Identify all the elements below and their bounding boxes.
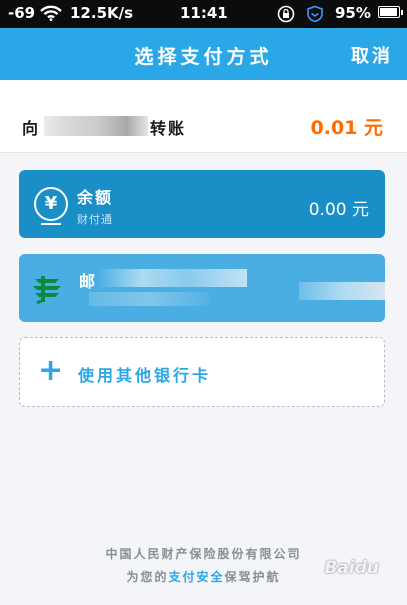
network-speed: 12.5K/s <box>70 4 134 22</box>
transfer-suffix: 转账 <box>150 119 187 138</box>
rotation-lock-icon <box>277 5 295 27</box>
page-title: 选择支付方式 <box>134 46 273 68</box>
clock: 11:41 <box>180 4 228 22</box>
transfer-prefix: 向 <box>22 119 39 138</box>
watermark: Baidu <box>324 558 379 578</box>
battery-icon <box>378 6 403 18</box>
redacted-bank-name <box>97 269 247 287</box>
plus-icon: + <box>38 353 64 388</box>
transfer-amount: 0.01 元 <box>310 117 384 139</box>
bank-card-payment-option[interactable]: 邮 <box>19 254 385 322</box>
balance-amount: 0.00 元 <box>308 200 369 220</box>
cancel-button[interactable]: 取消 <box>351 42 393 68</box>
slogan-after: 保驾护航 <box>224 570 281 584</box>
redacted-card-type <box>89 292 209 306</box>
slogan-before: 为您的 <box>126 570 169 584</box>
add-bank-card-button[interactable]: + 使用其他银行卡 <box>19 337 385 407</box>
redacted-recipient <box>44 116 148 136</box>
postal-bank-logo-icon <box>33 276 61 304</box>
title-bar: 选择支付方式 取消 <box>0 28 407 80</box>
signal-strength: -69 <box>8 4 36 22</box>
balance-payment-option[interactable]: ¥ 余额 财付通 0.00 元 <box>19 170 385 238</box>
bank-name: 邮 <box>79 272 98 291</box>
balance-name: 余额 <box>77 188 114 207</box>
transfer-summary: 向 转账 0.01 元 <box>0 80 407 153</box>
wifi-icon <box>40 5 62 25</box>
battery-percent: 95% <box>335 4 371 22</box>
slogan-highlight: 支付安全 <box>168 570 225 584</box>
redacted-card-number <box>299 282 385 300</box>
add-bank-card-label: 使用其他银行卡 <box>78 366 212 385</box>
yuan-coin-icon: ¥ <box>34 187 68 225</box>
balance-provider: 财付通 <box>77 213 113 226</box>
status-bar: -69 12.5K/s 11:41 95% <box>0 0 407 28</box>
shield-icon <box>306 5 324 27</box>
